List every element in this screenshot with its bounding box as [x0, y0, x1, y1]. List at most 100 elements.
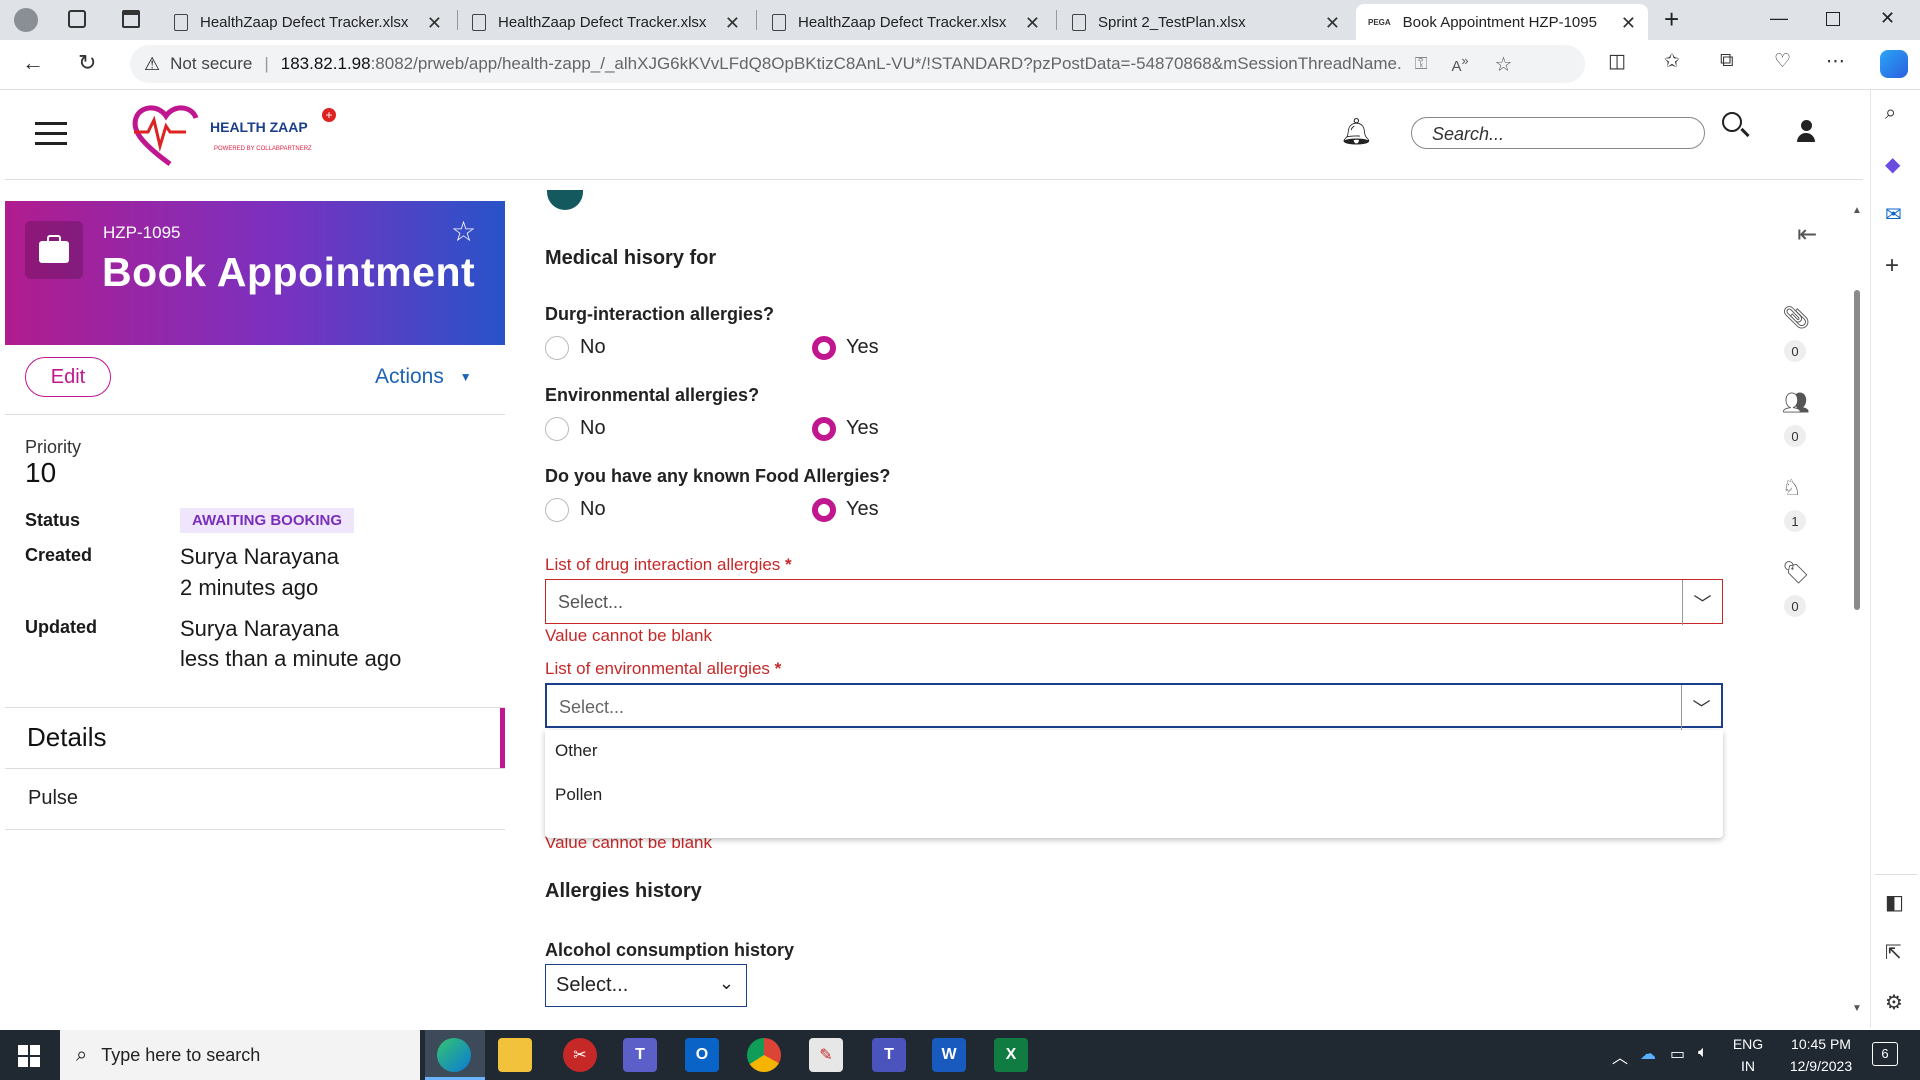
- excel-icon[interactable]: X: [994, 1038, 1028, 1072]
- details-item-pulse[interactable]: Pulse: [28, 787, 78, 810]
- performance-icon[interactable]: ♡: [1774, 50, 1791, 73]
- language-indicator[interactable]: ENG IN: [1728, 1036, 1768, 1074]
- favorite-star-icon[interactable]: ☆: [451, 215, 476, 248]
- attachment-icon[interactable]: 📎︎: [1782, 305, 1810, 331]
- logo-plus-icon: +: [322, 108, 336, 122]
- copilot-icon[interactable]: [1880, 50, 1908, 78]
- window-close-icon[interactable]: ✕: [1880, 8, 1895, 29]
- close-icon[interactable]: ✕: [725, 13, 740, 34]
- taskbar-search[interactable]: ⌕ Type here to search: [60, 1030, 420, 1080]
- new-tab-icon[interactable]: +: [1664, 4, 1679, 35]
- drug-allergies-select[interactable]: Select... ﹀: [545, 579, 1723, 625]
- hamburger-menu-icon[interactable]: [35, 122, 67, 146]
- close-icon[interactable]: ✕: [1025, 13, 1040, 34]
- notification-bell-icon[interactable]: 🔔︎: [1340, 116, 1373, 147]
- key-icon[interactable]: ⚿: [1415, 54, 1428, 74]
- restore-icon[interactable]: [1826, 12, 1840, 26]
- header-search-input[interactable]: Search...: [1411, 117, 1705, 149]
- minimize-icon[interactable]: —: [1770, 8, 1788, 29]
- copilot-side-icon[interactable]: ◆: [1885, 152, 1900, 177]
- favorite-star-icon[interactable]: ☆: [1494, 52, 1512, 77]
- file-icon: [772, 13, 786, 31]
- sidebar-toggle-icon[interactable]: ◧: [1885, 890, 1904, 915]
- search-icon[interactable]: [1720, 110, 1750, 140]
- workspaces-icon[interactable]: [68, 10, 86, 28]
- url-host: 183.82.1.98: [280, 54, 371, 73]
- edit-button[interactable]: Edit: [25, 357, 111, 397]
- created-by: Surya Narayana: [180, 544, 339, 569]
- user-profile-icon[interactable]: [1796, 120, 1816, 144]
- url-path: :8082/prweb/app/health-zapp_/_alhXJG6kKV…: [370, 54, 1401, 73]
- dropdown-option[interactable]: Other: [555, 741, 598, 761]
- edge-app-icon[interactable]: [437, 1038, 471, 1072]
- radio-env-no[interactable]: [545, 417, 569, 441]
- collections-icon[interactable]: ⧉: [1720, 50, 1734, 72]
- show-hidden-icons[interactable]: ︿: [1612, 1044, 1628, 1068]
- radio-env-yes[interactable]: [812, 417, 836, 441]
- radio-drug-yes[interactable]: [812, 336, 836, 360]
- browser-tab[interactable]: HealthZaap Defect Tracker.xlsx ✕: [760, 4, 1052, 40]
- app-logo[interactable]: HEALTH ZAAP + POWERED BY COLLABPARTNERZ: [130, 102, 340, 168]
- volume-icon[interactable]: 🔈︎: [1698, 1044, 1708, 1062]
- radio-food-no[interactable]: [545, 498, 569, 522]
- case-summary-panel: Edit Actions ▼ Priority 10 Status AWAITI…: [5, 345, 505, 1030]
- address-bar[interactable]: ⚠ Not secure | 183.82.1.98 :8082/prweb/a…: [130, 45, 1585, 83]
- more-options-icon[interactable]: ⋯: [1826, 50, 1845, 73]
- browser-tab[interactable]: Sprint 2_TestPlan.xlsx ✕: [1060, 4, 1352, 40]
- chevron-down-icon[interactable]: ﹀: [1681, 685, 1721, 730]
- radio-label-no: No: [580, 336, 606, 358]
- favorites-icon[interactable]: ✩: [1664, 50, 1680, 73]
- paint-icon[interactable]: ✎: [809, 1038, 843, 1072]
- teams-icon[interactable]: T: [623, 1038, 657, 1072]
- browser-tab[interactable]: HealthZaap Defect Tracker.xlsx ✕: [162, 4, 454, 40]
- status-label: Status: [25, 510, 81, 530]
- onedrive-icon[interactable]: ☁: [1640, 1044, 1656, 1064]
- tag-icon[interactable]: 🏷︎: [1782, 560, 1810, 586]
- close-icon[interactable]: ✕: [1621, 13, 1636, 34]
- alcohol-history-select[interactable]: Select... ⌄: [545, 964, 747, 1007]
- env-allergies-select[interactable]: Select... ﹀: [545, 683, 1723, 730]
- word-icon[interactable]: W: [932, 1038, 966, 1072]
- details-section-header[interactable]: Details: [5, 708, 505, 768]
- actions-menu-button[interactable]: Actions ▼: [375, 365, 472, 389]
- close-icon[interactable]: ✕: [1325, 13, 1340, 34]
- open-external-icon[interactable]: ⇱: [1885, 940, 1902, 965]
- page-scrollbar[interactable]: ▲ ▼: [1852, 205, 1862, 1020]
- clock[interactable]: 10:45 PM 12/9/2023: [1776, 1036, 1866, 1074]
- outlook-app-icon[interactable]: O: [685, 1038, 719, 1072]
- settings-icon[interactable]: ⚙: [1885, 990, 1903, 1015]
- windows-start-icon[interactable]: [18, 1045, 40, 1067]
- teams-new-icon[interactable]: T: [872, 1038, 906, 1072]
- followers-icon[interactable]: 👥︎: [1782, 390, 1810, 416]
- chevron-down-icon[interactable]: ﹀: [1682, 580, 1722, 625]
- profile-icon[interactable]: [14, 8, 38, 32]
- case-header-card: HZP-1095 Book Appointment ☆: [5, 201, 505, 345]
- browser-tab-active[interactable]: PEGA Book Appointment HZP-1095 ✕: [1356, 4, 1648, 40]
- case-id: HZP-1095: [103, 223, 181, 242]
- add-icon[interactable]: +: [1885, 252, 1899, 280]
- radio-label-yes: Yes: [846, 336, 879, 358]
- stakeholders-icon[interactable]: ♘: [1782, 475, 1802, 501]
- outlook-icon[interactable]: ✉: [1885, 202, 1902, 227]
- refresh-icon[interactable]: ↻: [78, 50, 96, 76]
- file-explorer-icon[interactable]: [498, 1038, 532, 1072]
- search-icon[interactable]: ⌕: [1885, 102, 1896, 125]
- split-screen-icon[interactable]: ◫: [1608, 50, 1626, 73]
- collapse-panel-icon[interactable]: ⇤: [1797, 220, 1817, 249]
- notifications-icon[interactable]: 6: [1872, 1042, 1898, 1066]
- dropdown-option[interactable]: Pollen: [555, 785, 602, 805]
- back-icon[interactable]: ←: [22, 50, 44, 76]
- pega-favicon: PEGA: [1368, 17, 1391, 27]
- battery-icon[interactable]: ▭: [1670, 1044, 1685, 1064]
- chrome-icon[interactable]: [747, 1038, 781, 1072]
- close-icon[interactable]: ✕: [427, 13, 442, 34]
- updated-label: Updated: [25, 617, 97, 637]
- radio-food-yes[interactable]: [812, 498, 836, 522]
- snip-app-icon[interactable]: ✂: [563, 1038, 597, 1072]
- allergies-history-heading: Allergies history: [545, 880, 702, 902]
- tab-title: Book Appointment HZP-1095: [1402, 13, 1597, 31]
- radio-drug-no[interactable]: [545, 336, 569, 360]
- tab-actions-icon[interactable]: [122, 10, 140, 28]
- browser-tab[interactable]: HealthZaap Defect Tracker.xlsx ✕: [460, 4, 752, 40]
- read-aloud-icon[interactable]: A»: [1452, 54, 1469, 75]
